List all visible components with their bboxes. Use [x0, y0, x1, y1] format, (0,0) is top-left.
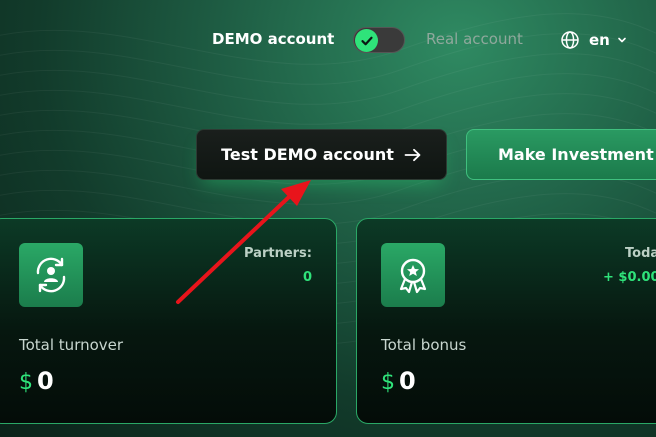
total-bonus-value: $ 0	[381, 367, 416, 395]
partners-label: Partners:	[244, 246, 312, 261]
award-badge-icon	[399, 258, 427, 294]
language-code: en	[589, 31, 610, 49]
test-demo-account-label: Test DEMO account	[221, 145, 394, 164]
total-bonus-card: Toda + $0.00 Total bonus $ 0	[356, 218, 656, 424]
today-label: Toda	[625, 246, 656, 261]
language-selector[interactable]: en	[560, 28, 628, 52]
bonus-icon-tile	[381, 243, 445, 307]
total-turnover-label: Total turnover	[19, 336, 124, 354]
currency-symbol: $	[381, 370, 395, 395]
make-investment-label: Make Investment	[498, 145, 654, 164]
currency-symbol: $	[19, 370, 33, 395]
toggle-knob	[355, 29, 378, 52]
users-cycle-icon	[36, 257, 66, 293]
chevron-down-icon	[618, 37, 626, 43]
demo-account-label: DEMO account	[212, 30, 335, 48]
bonus-amount: 0	[399, 367, 416, 395]
arrow-right-icon	[404, 148, 421, 161]
today-bonus-value: + $0.00	[603, 270, 656, 285]
total-bonus-label: Total bonus	[381, 336, 467, 354]
check-icon	[360, 36, 373, 45]
make-investment-button[interactable]: Make Investment	[466, 129, 656, 180]
header-bar: DEMO account Real account en	[0, 24, 656, 56]
total-turnover-card: Partners: 0 Total turnover $ 0	[0, 218, 337, 424]
partners-count: 0	[302, 270, 312, 285]
account-mode-toggle[interactable]	[353, 27, 405, 53]
test-demo-account-button[interactable]: Test DEMO account	[196, 129, 447, 180]
real-account-label[interactable]: Real account	[426, 30, 523, 48]
turnover-icon-tile	[19, 243, 83, 307]
total-turnover-value: $ 0	[19, 367, 54, 395]
globe-icon	[561, 31, 579, 49]
turnover-amount: 0	[37, 367, 54, 395]
